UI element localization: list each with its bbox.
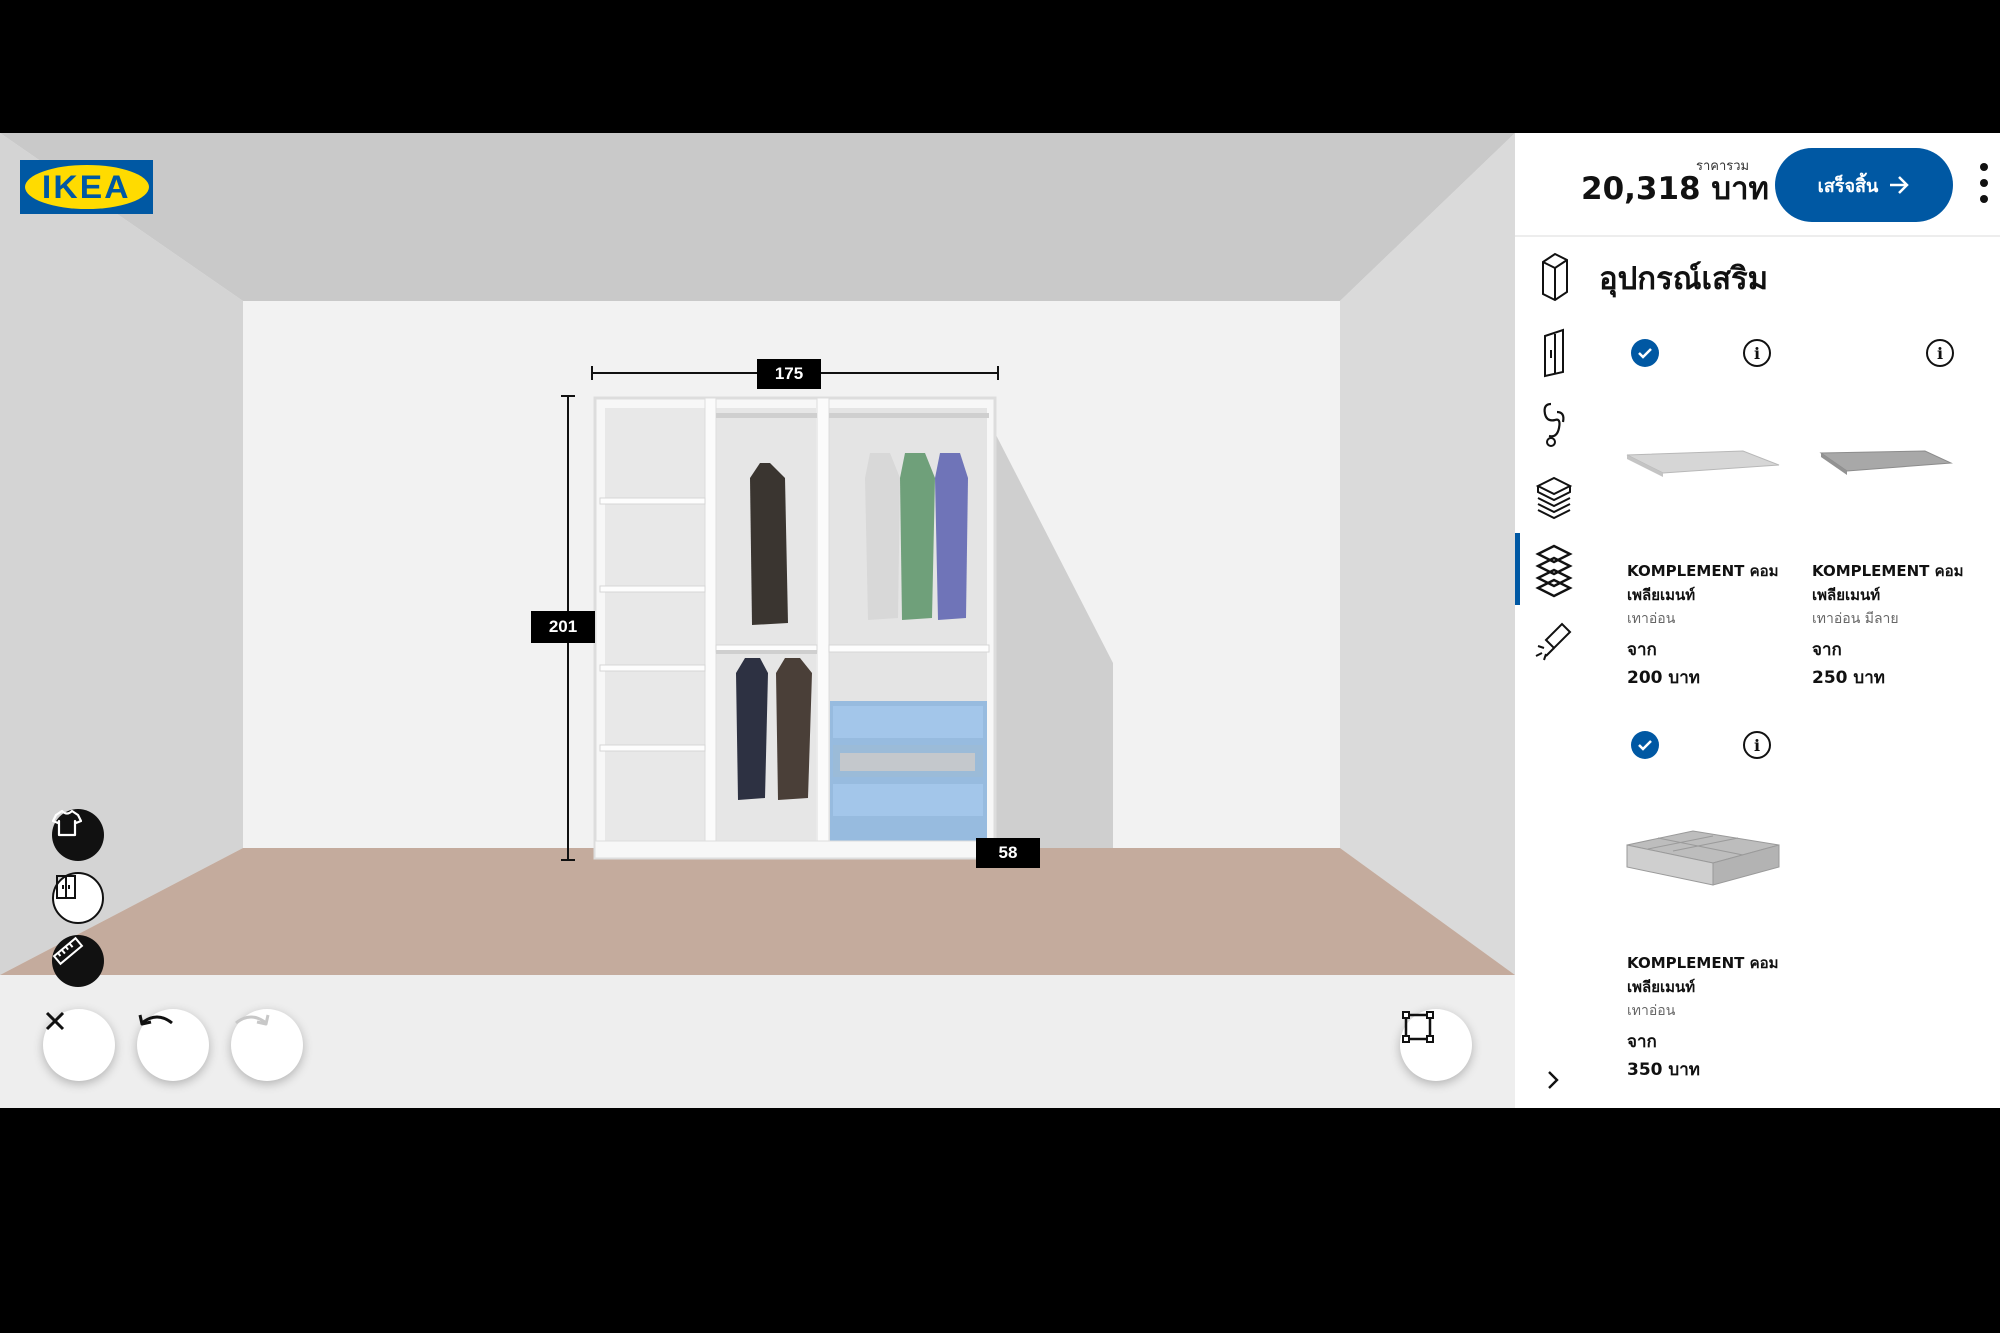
selected-check-icon[interactable] xyxy=(1631,339,1659,367)
wardrobe[interactable] xyxy=(593,396,997,860)
shelf-mat-patterned-image xyxy=(1819,450,1953,475)
product-name: KOMPLEMENT คอม xyxy=(1627,954,1779,972)
close-button[interactable] xyxy=(43,1009,115,1081)
lighting-icon xyxy=(1535,622,1572,661)
product-from: จาก xyxy=(1627,640,1657,660)
tab-interior-fittings[interactable] xyxy=(1531,395,1577,453)
active-tab-indicator xyxy=(1515,533,1520,605)
product-name: KOMPLEMENT คอม xyxy=(1812,562,1964,580)
arrow-right-icon xyxy=(1890,176,1910,194)
product-price: 250 บาท xyxy=(1812,668,1885,688)
panel-title: อุปกรณ์เสริม xyxy=(1599,261,1769,297)
doors-toggle-button[interactable] xyxy=(52,872,104,924)
redo-icon xyxy=(235,1014,270,1026)
product-variant: เทาอ่อน xyxy=(1627,1003,1676,1019)
product-variant: เทาอ่อน มีลาย xyxy=(1812,611,1899,627)
frame-icon xyxy=(1542,252,1568,302)
total-price: 20,318 บาท xyxy=(1581,171,1769,207)
close-icon xyxy=(45,1011,65,1031)
clothes-toggle-button[interactable] xyxy=(52,809,104,861)
product-card[interactable]: KOMPLEMENT คอม เพลียเมนท์ เทาอ่อน จาก 20… xyxy=(1627,559,1787,693)
product-card[interactable]: KOMPLEMENT คอม เพลียเมนท์ เทาอ่อน จาก 35… xyxy=(1627,951,1787,1085)
measurements-toggle-button[interactable] xyxy=(52,935,104,987)
hooks-icon xyxy=(1543,402,1565,447)
info-icon[interactable]: i xyxy=(1926,339,1954,367)
wardrobe-planner: 175 201 58 IKEA ราคารวม 20,318 บาท เสร็จ… xyxy=(0,133,2000,1108)
shelves-icon xyxy=(1535,476,1573,520)
room-scene[interactable]: 175 201 58 IKEA xyxy=(0,133,1515,1108)
height-dimension-label[interactable]: 201 xyxy=(531,611,595,643)
accessories-panel: ราคารวม 20,318 บาท เสร็จสิ้น อุปกรณ์เสริ… xyxy=(1515,133,2000,1108)
selected-check-icon[interactable] xyxy=(1631,731,1659,759)
undo-icon xyxy=(138,1014,173,1026)
shelf-mat-image xyxy=(1626,450,1780,477)
finish-label: เสร็จสิ้น xyxy=(1817,175,1879,197)
info-icon[interactable]: i xyxy=(1743,731,1771,759)
ruler-icon xyxy=(52,936,84,966)
finish-button[interactable]: เสร็จสิ้น xyxy=(1775,148,1953,222)
drawer-insert-image xyxy=(1626,830,1780,886)
ikea-logo[interactable]: IKEA xyxy=(20,160,153,214)
redo-button[interactable] xyxy=(231,1009,303,1081)
price-header: ราคารวม 20,318 บาท เสร็จสิ้น xyxy=(1515,133,2000,237)
chevron-right-icon[interactable] xyxy=(1541,1068,1565,1092)
depth-dimension-label[interactable]: 58 xyxy=(976,838,1040,868)
tab-frames[interactable] xyxy=(1531,247,1577,305)
product-variant: เทาอ่อน xyxy=(1627,611,1676,627)
product-from: จาก xyxy=(1627,1032,1657,1052)
door-icon xyxy=(1544,328,1564,378)
product-name: KOMPLEMENT คอม xyxy=(1627,562,1779,580)
product-name-line2: เพลียเมนท์ xyxy=(1627,586,1696,604)
room-render xyxy=(0,133,1515,1108)
logo-text: IKEA xyxy=(42,168,131,205)
doors-icon xyxy=(56,875,76,899)
shirt-icon xyxy=(52,809,82,837)
product-price: 200 บาท xyxy=(1627,668,1700,688)
tab-doors[interactable] xyxy=(1531,323,1577,381)
tab-lighting[interactable] xyxy=(1531,613,1577,671)
product-name-line2: เพลียเมนท์ xyxy=(1627,978,1696,996)
info-icon[interactable]: i xyxy=(1743,339,1771,367)
tab-shelves[interactable] xyxy=(1531,469,1577,527)
product-from: จาก xyxy=(1812,640,1842,660)
undo-button[interactable] xyxy=(137,1009,209,1081)
logo-oval: IKEA xyxy=(24,165,149,209)
width-dimension-label[interactable]: 175 xyxy=(757,359,821,389)
fullscreen-button[interactable] xyxy=(1400,1009,1472,1081)
product-price: 350 บาท xyxy=(1627,1060,1700,1080)
tab-accessories[interactable] xyxy=(1531,541,1577,599)
more-menu-button[interactable] xyxy=(1979,163,1989,209)
fullscreen-icon xyxy=(1402,1011,1434,1043)
product-name-line2: เพลียเมนท์ xyxy=(1812,586,1881,604)
product-card[interactable]: KOMPLEMENT คอม เพลียเมนท์ เทาอ่อน มีลาย … xyxy=(1812,559,1972,693)
accessories-icon xyxy=(1535,544,1573,598)
